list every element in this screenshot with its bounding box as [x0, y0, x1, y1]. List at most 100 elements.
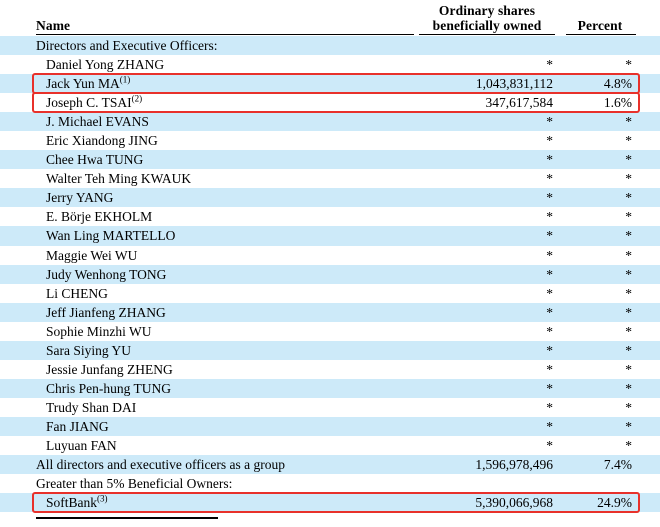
cell-name: Jerry YANG: [46, 190, 114, 206]
cell-ordinary-shares: *: [546, 323, 553, 339]
cell-name: Greater than 5% Beneficial Owners:: [36, 476, 233, 492]
cell-ordinary-shares: 1,043,831,112: [475, 76, 553, 92]
cell-ordinary-shares: [400, 474, 553, 493]
cell-name: Jack Yun MA(1): [46, 74, 131, 92]
cell-ordinary-shares: *: [546, 304, 553, 320]
table-row: Fan JIANG * *: [0, 416, 660, 436]
table-row: Chee Hwa TUNG * *: [0, 150, 660, 170]
cell-ordinary-shares: *: [546, 152, 553, 168]
cell-ordinary-shares: [400, 36, 553, 55]
cell-name: Walter Teh Ming KWAUK: [46, 171, 192, 187]
table-row: Daniel Yong ZHANG * *: [0, 55, 660, 75]
cell-percent: *: [625, 57, 632, 73]
table-row: E. Börje EKHOLM * *: [0, 207, 660, 227]
cell-name: Luyuan FAN: [46, 437, 117, 453]
table-row: Li CHENG * *: [0, 283, 660, 303]
cell-percent: *: [625, 133, 632, 149]
cell-name: Daniel Yong ZHANG: [46, 57, 165, 73]
footnote-marker: (1): [119, 74, 131, 85]
cell-percent: *: [625, 228, 632, 244]
cell-name: Fan JIANG: [46, 418, 109, 434]
cell-percent: *: [625, 152, 632, 168]
cell-percent: 1.6%: [603, 95, 632, 111]
table-row: J. Michael EVANS * *: [0, 112, 660, 132]
table-header: Name Ordinary shares beneficially owned …: [0, 0, 660, 36]
table-total-row: All directors and executive officers as …: [0, 455, 660, 475]
table-row: Sophie Minzhi WU * *: [0, 321, 660, 341]
cell-name: Wan Ling MARTELLO: [46, 228, 176, 244]
cell-percent: *: [625, 342, 632, 358]
cell-percent: *: [625, 114, 632, 130]
header-rule-percent: [566, 34, 636, 35]
cell-percent: *: [625, 418, 632, 434]
cell-percent: *: [625, 437, 632, 453]
table-row: SoftBank(3) 5,390,066,968 24.9%: [0, 493, 660, 513]
cell-ordinary-shares: *: [546, 361, 553, 377]
cell-ordinary-shares: *: [546, 437, 553, 453]
cell-ordinary-shares: *: [546, 342, 553, 358]
cell-name: Eric Xiandong JING: [46, 133, 158, 149]
cell-ordinary-shares: *: [546, 380, 553, 396]
cell-percent: *: [625, 171, 632, 187]
cell-ordinary-shares: *: [546, 57, 553, 73]
cell-name: Judy Wenhong TONG: [46, 266, 167, 282]
column-header-name: Name: [36, 18, 71, 33]
cell-name: SoftBank(3): [46, 493, 108, 511]
table-row: Jeff Jianfeng ZHANG * *: [0, 302, 660, 322]
cell-ordinary-shares: *: [546, 247, 553, 263]
table-body: Directors and Executive Officers: Daniel …: [0, 36, 660, 513]
cell-percent: *: [625, 323, 632, 339]
cell-percent: [552, 474, 632, 493]
table-row: Trudy Shan DAI * *: [0, 397, 660, 417]
table-row: Jessie Junfang ZHENG * *: [0, 359, 660, 379]
cell-percent: *: [625, 399, 632, 415]
cell-ordinary-shares: *: [546, 190, 553, 206]
footnote-marker: (2): [131, 93, 143, 104]
cell-ordinary-shares: *: [546, 285, 553, 301]
cell-name: Chris Pen-hung TUNG: [46, 380, 172, 396]
table-section-header-row: Greater than 5% Beneficial Owners:: [0, 474, 660, 494]
cell-name: E. Börje EKHOLM: [46, 209, 153, 225]
cell-ordinary-shares: 5,390,066,968: [475, 495, 553, 511]
cell-percent: *: [625, 285, 632, 301]
cell-name: Directors and Executive Officers:: [36, 38, 218, 53]
column-header-percent: Percent: [577, 18, 623, 33]
cell-ordinary-shares: 1,596,978,496: [475, 457, 553, 473]
cell-percent: *: [625, 380, 632, 396]
cell-ordinary-shares: *: [546, 171, 553, 187]
footnote-separator-rule: [36, 517, 218, 519]
table-row: Judy Wenhong TONG * *: [0, 264, 660, 284]
cell-name: Li CHENG: [46, 285, 108, 301]
cell-ordinary-shares: *: [546, 228, 553, 244]
cell-percent: *: [625, 361, 632, 377]
cell-ordinary-shares: *: [546, 209, 553, 225]
cell-percent: *: [625, 247, 632, 263]
table-row: Joseph C. TSAI(2) 347,617,584 1.6%: [0, 93, 660, 113]
cell-name: Chee Hwa TUNG: [46, 152, 144, 168]
cell-name: Jessie Junfang ZHENG: [46, 361, 173, 377]
cell-name: Sophie Minzhi WU: [46, 323, 152, 339]
table-row: Walter Teh Ming KWAUK * *: [0, 169, 660, 189]
cell-percent: *: [625, 304, 632, 320]
cell-name: J. Michael EVANS: [46, 114, 149, 130]
cell-percent: *: [625, 190, 632, 206]
cell-ordinary-shares: *: [546, 399, 553, 415]
header-rule-shares: [419, 34, 555, 35]
table-row: Jack Yun MA(1) 1,043,831,112 4.8%: [0, 74, 660, 94]
cell-name: Sara Siying YU: [46, 342, 131, 358]
column-header-shares-line2: beneficially owned: [432, 18, 542, 33]
table-row: Eric Xiandong JING * *: [0, 131, 660, 151]
cell-ordinary-shares: 347,617,584: [485, 95, 554, 111]
column-header-ordinary-shares: Ordinary shares beneficially owned: [418, 3, 556, 33]
cell-name: Jeff Jianfeng ZHANG: [46, 304, 166, 320]
column-header-shares-line1: Ordinary shares: [438, 3, 536, 18]
cell-ordinary-shares: *: [546, 266, 553, 282]
cell-percent: *: [625, 266, 632, 282]
table-row: Chris Pen-hung TUNG * *: [0, 378, 660, 398]
table-row: Jerry YANG * *: [0, 188, 660, 208]
table-section-header-row: Directors and Executive Officers:: [0, 36, 660, 56]
ownership-table-page: Name Ordinary shares beneficially owned …: [0, 0, 660, 527]
cell-name: Trudy Shan DAI: [46, 399, 137, 415]
cell-name: Maggie Wei WU: [46, 247, 138, 263]
header-rule-name: [36, 34, 414, 35]
